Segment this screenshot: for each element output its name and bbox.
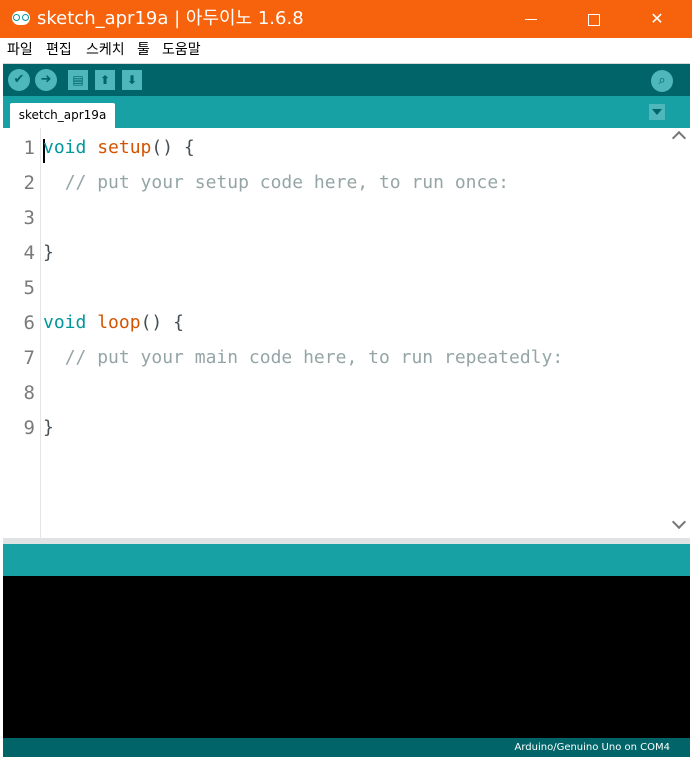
code-line-2[interactable]: // put your setup code here, to run once…: [43, 171, 509, 195]
tab-bar: sketch_apr19a: [3, 96, 690, 128]
line-number: 6: [23, 312, 35, 334]
chevron-up-icon[interactable]: [671, 130, 687, 146]
line-number-gutter: 1 2 3 4 5 6 7 8 9: [3, 128, 41, 538]
code-editor[interactable]: 1 2 3 4 5 6 7 8 9 void setup() { // put …: [3, 128, 690, 538]
tab-sketch[interactable]: sketch_apr19a: [10, 103, 115, 128]
status-bar: [3, 544, 690, 576]
verify-button[interactable]: ✔: [8, 69, 30, 91]
magnifier-icon: ⌕: [658, 73, 666, 88]
open-button[interactable]: ⬆: [95, 70, 115, 90]
footer-bar: Arduino/Genuino Uno on COM4: [3, 738, 690, 757]
menu-bar: 파일 편집 스케치 툴 도움말: [0, 38, 692, 64]
vertical-scrollbar[interactable]: [671, 128, 690, 538]
check-icon: ✔: [13, 72, 25, 87]
menu-help[interactable]: 도움말: [162, 41, 201, 59]
line-number: 1: [23, 137, 35, 159]
line-number: 5: [23, 277, 35, 299]
close-icon: ✕: [650, 9, 664, 28]
toolbar: ✔ ➜ ▤ ⬆ ⬇ ⌕: [3, 64, 690, 96]
close-button[interactable]: ✕: [634, 0, 680, 38]
menu-tools[interactable]: 툴: [137, 41, 150, 59]
code-line-6[interactable]: void loop() {: [43, 311, 184, 335]
code-line-1[interactable]: void setup() {: [43, 136, 195, 160]
arduino-logo-icon: [12, 11, 30, 25]
line-number: 7: [23, 347, 35, 369]
board-status: Arduino/Genuino Uno on COM4: [514, 742, 671, 753]
open-arrow-up-icon: ⬆: [99, 73, 111, 87]
new-file-icon: ▤: [72, 73, 84, 87]
console-output[interactable]: [3, 576, 690, 738]
chevron-down-icon[interactable]: [671, 514, 687, 530]
maximize-button[interactable]: [571, 0, 617, 38]
line-number: 3: [23, 207, 35, 229]
line-number: 2: [23, 172, 35, 194]
title-bar[interactable]: sketch_apr19a | 아두이노 1.6.8 ✕: [0, 0, 692, 38]
minimize-icon: [525, 19, 537, 20]
new-button[interactable]: ▤: [68, 70, 88, 90]
arrow-right-icon: ➜: [40, 72, 52, 87]
line-number: 9: [23, 417, 35, 439]
serial-monitor-button[interactable]: ⌕: [651, 70, 673, 92]
code-line-9[interactable]: }: [43, 416, 54, 440]
minimize-button[interactable]: [508, 0, 554, 38]
code-line-7[interactable]: // put your main code here, to run repea…: [43, 346, 564, 370]
maximize-icon: [588, 13, 600, 26]
code-line-4[interactable]: }: [43, 241, 54, 265]
menu-file[interactable]: 파일: [7, 41, 33, 59]
window-border-left: [0, 63, 3, 759]
line-number: 4: [23, 242, 35, 264]
menu-edit[interactable]: 편집: [46, 41, 72, 59]
menu-sketch[interactable]: 스케치: [86, 41, 125, 59]
line-number: 8: [23, 382, 35, 404]
tab-menu-chevron-down-icon[interactable]: [649, 104, 665, 120]
save-arrow-down-icon: ⬇: [126, 73, 138, 87]
save-button[interactable]: ⬇: [122, 70, 142, 90]
window-title: sketch_apr19a | 아두이노 1.6.8: [37, 8, 304, 29]
upload-button[interactable]: ➜: [35, 69, 57, 91]
